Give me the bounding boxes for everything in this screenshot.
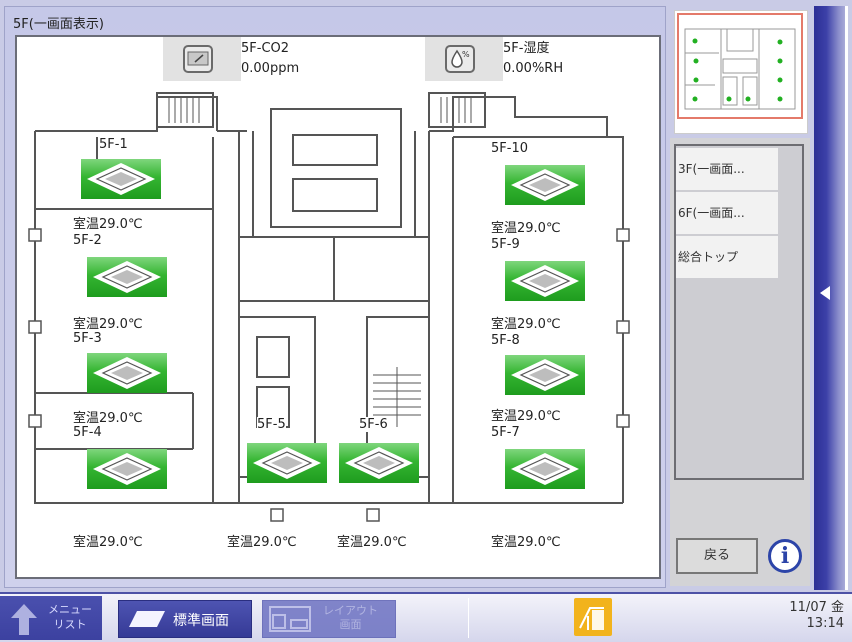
unit-label-5f-2: 5F-2 <box>73 233 102 248</box>
standard-screen-label: 標準画面 <box>173 613 229 629</box>
bottom-toolbar: メニュー リスト 標準画面 レイアウト 画面 11/07 金 13:14 <box>0 592 852 642</box>
unit-temp-5f-1: 室温29.0℃ <box>73 217 143 232</box>
unit-label-5f-1: 5F-1 <box>99 137 128 152</box>
clock: 11/07 金 13:14 <box>789 600 844 632</box>
layout-screen-button[interactable]: レイアウト 画面 <box>262 600 396 638</box>
floor-title: 5F(一画面表示) <box>13 17 104 32</box>
humidity-drop-icon: % <box>445 45 475 73</box>
unit-temp-5f-7: 室温29.0℃ <box>491 535 561 550</box>
minimap-plan <box>684 28 796 110</box>
layout-screen-label: レイアウト 画面 <box>323 604 378 632</box>
unit-label-5f-8: 5F-8 <box>491 333 520 348</box>
ceiling-cassette-icon <box>93 261 161 293</box>
floor-plan-walls <box>28 92 630 522</box>
menu-label-line2: リスト <box>53 618 87 631</box>
door-icon[interactable] <box>574 598 612 636</box>
humidity-sensor[interactable]: % <box>425 37 503 81</box>
svg-text:%: % <box>462 50 470 59</box>
nav-item-overall-top[interactable]: 総合トップ <box>676 236 778 278</box>
info-icon[interactable]: i <box>768 539 802 573</box>
unit-temp-5f-10: 室温29.0℃ <box>491 221 561 236</box>
collapse-arrow-left-icon <box>820 286 830 300</box>
unit-label-5f-7: 5F-7 <box>491 425 520 440</box>
ceiling-cassette-icon <box>511 453 579 485</box>
menu-list-button[interactable]: メニュー リスト <box>0 596 102 640</box>
ac-unit-5f-2[interactable] <box>87 257 167 297</box>
unit-label-5f-3: 5F-3 <box>73 331 102 346</box>
minimap-viewport <box>677 13 803 119</box>
unit-temp-5f-6: 室温29.0℃ <box>337 535 407 550</box>
unit-temp-5f-2: 室温29.0℃ <box>73 317 143 332</box>
ac-unit-5f-4[interactable] <box>87 449 167 489</box>
humidity-sensor-value: 0.00%RH <box>503 61 564 76</box>
unit-temp-5f-8: 室温29.0℃ <box>491 409 561 424</box>
floor-minimap[interactable] <box>674 10 808 134</box>
unit-label-5f-10: 5F-10 <box>491 141 528 156</box>
humidity-sensor-name: 5F-湿度 <box>503 41 550 56</box>
ceiling-cassette-icon <box>345 447 413 479</box>
unit-temp-5f-3: 室温29.0℃ <box>73 411 143 426</box>
co2-sensor-name: 5F-CO2 <box>241 41 290 56</box>
ac-unit-5f-9[interactable] <box>505 261 585 301</box>
unit-temp-5f-9: 室温29.0℃ <box>491 317 561 332</box>
unit-label-5f-9: 5F-9 <box>491 237 520 252</box>
sidebar-toggle-handle[interactable] <box>814 6 848 590</box>
toolbar-divider <box>468 598 469 638</box>
ceiling-cassette-icon <box>511 359 579 391</box>
layout-screen-icon <box>269 606 311 632</box>
ac-unit-5f-1[interactable] <box>81 159 161 199</box>
co2-sensor-value: 0.00ppm <box>241 61 300 76</box>
unit-label-5f-5: 5F-5 <box>257 417 286 432</box>
ceiling-cassette-icon <box>93 453 161 485</box>
ac-unit-5f-5[interactable] <box>247 443 327 483</box>
layout-label-line1: レイアウト <box>323 604 378 617</box>
floor-plan: 5F-CO2 0.00ppm % 5F-湿度 0.00%RH 5F-1 室温29… <box>15 35 661 579</box>
ac-unit-5f-3[interactable] <box>87 353 167 393</box>
co2-sensor[interactable] <box>163 37 241 81</box>
floor-panel: 5F(一画面表示) 5F-CO2 0.00ppm % 5F-湿度 0.00%RH… <box>4 6 666 588</box>
menu-label-line1: メニュー <box>48 603 92 616</box>
unit-label-5f-6: 5F-6 <box>359 417 388 432</box>
ac-unit-5f-10[interactable] <box>505 165 585 205</box>
ac-unit-5f-7[interactable] <box>505 449 585 489</box>
unit-temp-5f-4: 室温29.0℃ <box>73 535 143 550</box>
co2-meter-icon <box>183 45 213 73</box>
date-display: 11/07 金 <box>789 600 844 615</box>
ceiling-cassette-icon <box>87 163 155 195</box>
ceiling-cassette-icon <box>253 447 321 479</box>
ac-unit-5f-8[interactable] <box>505 355 585 395</box>
unit-label-5f-4: 5F-4 <box>73 425 102 440</box>
ceiling-cassette-icon <box>511 265 579 297</box>
standard-screen-icon <box>129 611 165 627</box>
layout-label-line2: 画面 <box>339 618 362 631</box>
nav-item-6f[interactable]: 6F(一画面... <box>676 192 778 234</box>
ceiling-cassette-icon <box>511 169 579 201</box>
menu-list-label: メニュー リスト <box>48 602 92 632</box>
unit-temp-5f-5: 室温29.0℃ <box>227 535 297 550</box>
nav-item-3f[interactable]: 3F(一画面... <box>676 148 778 190</box>
ceiling-cassette-icon <box>93 357 161 389</box>
screen: 5F(一画面表示) 5F-CO2 0.00ppm % 5F-湿度 0.00%RH… <box>0 0 852 642</box>
ac-unit-5f-6[interactable] <box>339 443 419 483</box>
up-arrow-icon <box>11 604 37 635</box>
floor-nav-list: 3F(一画面... 6F(一画面... 総合トップ <box>674 144 804 480</box>
time-display: 13:14 <box>806 616 844 631</box>
standard-screen-button[interactable]: 標準画面 <box>118 600 252 638</box>
back-button[interactable]: 戻る <box>676 538 758 574</box>
